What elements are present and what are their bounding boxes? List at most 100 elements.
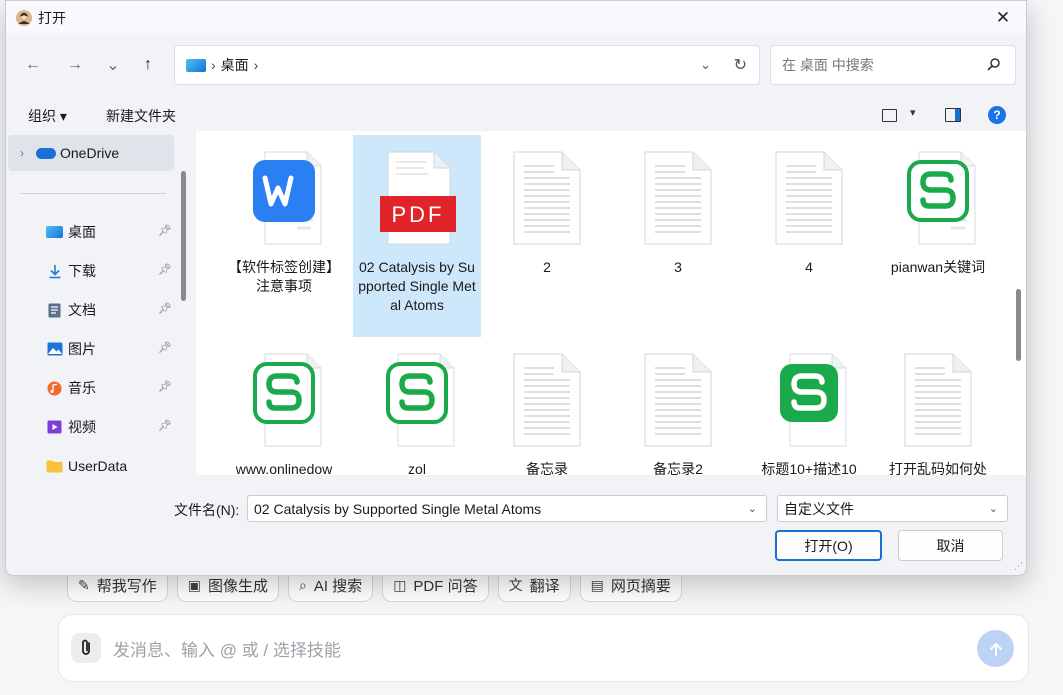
arrow-up-icon: ↑	[144, 56, 152, 73]
file-item[interactable]: 2	[483, 135, 611, 337]
filetype-select[interactable]: 自定义文件 ⌄	[777, 495, 1008, 522]
desktop-folder-icon	[186, 58, 206, 72]
pin-icon[interactable]: 📌︎	[158, 380, 172, 393]
address-bar[interactable]: › 桌面 › ⌄ ↻	[174, 45, 760, 85]
file-item[interactable]: 备忘录	[483, 337, 611, 475]
webpage-icon: ▤	[590, 576, 604, 593]
sidebar-item-pictures[interactable]: 图片 📌︎	[46, 337, 186, 361]
file-item[interactable]: 4	[745, 135, 873, 337]
recent-locations-button[interactable]: ⌄	[102, 54, 124, 76]
svg-text:PDF: PDF	[392, 202, 445, 227]
forward-button[interactable]: →	[64, 54, 86, 76]
open-button[interactable]: 打开(O)	[775, 530, 882, 561]
sidebar-item-downloads[interactable]: 下载 📌︎	[46, 259, 186, 283]
breadcrumb-separator: ›	[211, 57, 216, 73]
help-icon[interactable]: ?	[988, 106, 1006, 124]
filename-input[interactable]: 02 Catalysis by Supported Single Metal A…	[247, 495, 767, 522]
pin-icon[interactable]: 📌︎	[158, 341, 172, 354]
image-icon: ▣	[187, 576, 201, 593]
desktop-icon	[46, 225, 63, 240]
file-name: 3	[674, 259, 682, 275]
arrow-right-icon: →	[67, 56, 83, 73]
chevron-down-icon[interactable]: ⌄	[989, 502, 998, 515]
videos-icon	[46, 420, 63, 435]
file-name: 备忘录2	[653, 461, 703, 475]
chevron-down-icon: ⌄	[106, 57, 120, 74]
close-button[interactable]: ✕	[992, 7, 1014, 29]
sidebar-item-onedrive[interactable]: › OneDrive	[8, 135, 174, 171]
resize-grip-icon[interactable]: ⋰	[1014, 561, 1023, 572]
file-item[interactable]: zol	[353, 337, 481, 475]
pin-icon[interactable]: 📌︎	[158, 419, 172, 432]
cloud-icon	[36, 147, 56, 159]
address-dropdown-icon[interactable]: ⌄	[700, 57, 711, 73]
wps-sheet-file-icon	[766, 346, 852, 454]
pin-icon[interactable]: 📌︎	[158, 263, 172, 276]
view-dropdown-icon[interactable]: ▾	[910, 106, 916, 119]
new-folder-button[interactable]: 新建文件夹	[106, 106, 176, 126]
file-item[interactable]: 【软件标签创建】注意事项	[220, 135, 348, 337]
preview-pane-icon[interactable]	[945, 108, 961, 122]
file-item[interactable]: 标题10+描述10	[745, 337, 873, 475]
text-file-icon	[504, 144, 590, 252]
music-icon	[46, 381, 63, 396]
file-item[interactable]: 打开乱码如何处	[874, 337, 1002, 475]
text-file-icon	[895, 346, 981, 454]
file-name: zol	[408, 461, 426, 475]
filetype-value: 自定义文件	[784, 500, 854, 517]
pictures-icon	[46, 342, 63, 357]
filename-value: 02 Catalysis by Supported Single Metal A…	[254, 500, 542, 517]
up-button[interactable]: ↑	[137, 54, 159, 76]
documents-icon	[46, 303, 63, 318]
dialog-title: 打开	[38, 10, 66, 26]
text-file-icon	[504, 346, 590, 454]
navigation-pane: › OneDrive 桌面 📌︎ 下载 📌︎ 文档 📌︎ 图片 📌︎ 音乐 📌︎…	[6, 131, 193, 475]
text-file-icon	[766, 144, 852, 252]
search-icon: ⌕	[299, 576, 307, 593]
organize-menu[interactable]: 组织 ▾	[28, 106, 67, 126]
file-item[interactable]: 备忘录2	[614, 337, 742, 475]
arrow-left-icon: ←	[25, 56, 41, 73]
file-name: 【软件标签创建】注意事项	[228, 259, 340, 294]
send-button[interactable]	[977, 630, 1014, 667]
breadcrumb-desktop[interactable]: 桌面	[221, 55, 249, 75]
sidebar-item-videos[interactable]: 视频 📌︎	[46, 415, 186, 439]
sidebar-item-documents[interactable]: 文档 📌︎	[46, 298, 186, 322]
file-name: www.onlinedow	[235, 461, 333, 475]
attach-icon[interactable]	[71, 633, 101, 663]
sidebar-item-userdata[interactable]: UserData	[46, 454, 186, 478]
file-item-selected[interactable]: PDF 02 Catalysis by Supported Single Met…	[353, 135, 481, 337]
search-box[interactable]: 在 桌面 中搜索	[770, 45, 1016, 85]
file-item[interactable]: 3	[614, 135, 742, 337]
breadcrumb-separator[interactable]: ›	[254, 57, 259, 73]
sidebar-scrollbar[interactable]	[181, 171, 186, 301]
file-item[interactable]: pianwan关键词	[874, 135, 1002, 337]
command-bar: 组织 ▾ 新建文件夹 ▾ ?	[6, 99, 1026, 131]
pen-icon: ✎	[78, 576, 90, 593]
pin-icon[interactable]: 📌︎	[158, 302, 172, 315]
view-mode-icon[interactable]	[882, 109, 897, 122]
sidebar-divider	[20, 193, 166, 194]
folder-icon	[46, 459, 63, 474]
sidebar-item-music[interactable]: 音乐 📌︎	[46, 376, 186, 400]
chevron-right-icon[interactable]: ›	[20, 146, 24, 160]
pin-icon[interactable]: 📌︎	[158, 224, 172, 237]
wps-sheet-file-icon	[241, 346, 327, 454]
filename-label: 文件名(N):	[174, 502, 240, 518]
search-icon[interactable]	[987, 57, 1001, 71]
file-name: 打开乱码如何处	[889, 461, 987, 475]
chevron-down-icon[interactable]: ⌄	[748, 502, 757, 515]
sidebar-item-label: OneDrive	[60, 145, 120, 161]
arrow-up-icon	[989, 642, 1002, 656]
chat-input-placeholder: 发消息、输入 @ 或 / 选择技能	[113, 640, 341, 660]
navigation-bar: ← → ⌄ ↑ › 桌面 › ⌄ ↻ 在 桌面 中搜索	[6, 45, 1026, 85]
cancel-button[interactable]: 取消	[898, 530, 1003, 561]
file-name: 标题10+描述10	[761, 461, 857, 475]
file-name: 2	[543, 259, 551, 275]
file-item[interactable]: www.onlinedow	[220, 337, 348, 475]
refresh-icon[interactable]: ↻	[734, 55, 747, 75]
file-list-scrollbar[interactable]	[1016, 289, 1021, 361]
sidebar-item-desktop[interactable]: 桌面 📌︎	[46, 220, 186, 244]
chat-input-box[interactable]: 发消息、输入 @ 或 / 选择技能	[58, 614, 1029, 682]
back-button[interactable]: ←	[22, 54, 44, 76]
